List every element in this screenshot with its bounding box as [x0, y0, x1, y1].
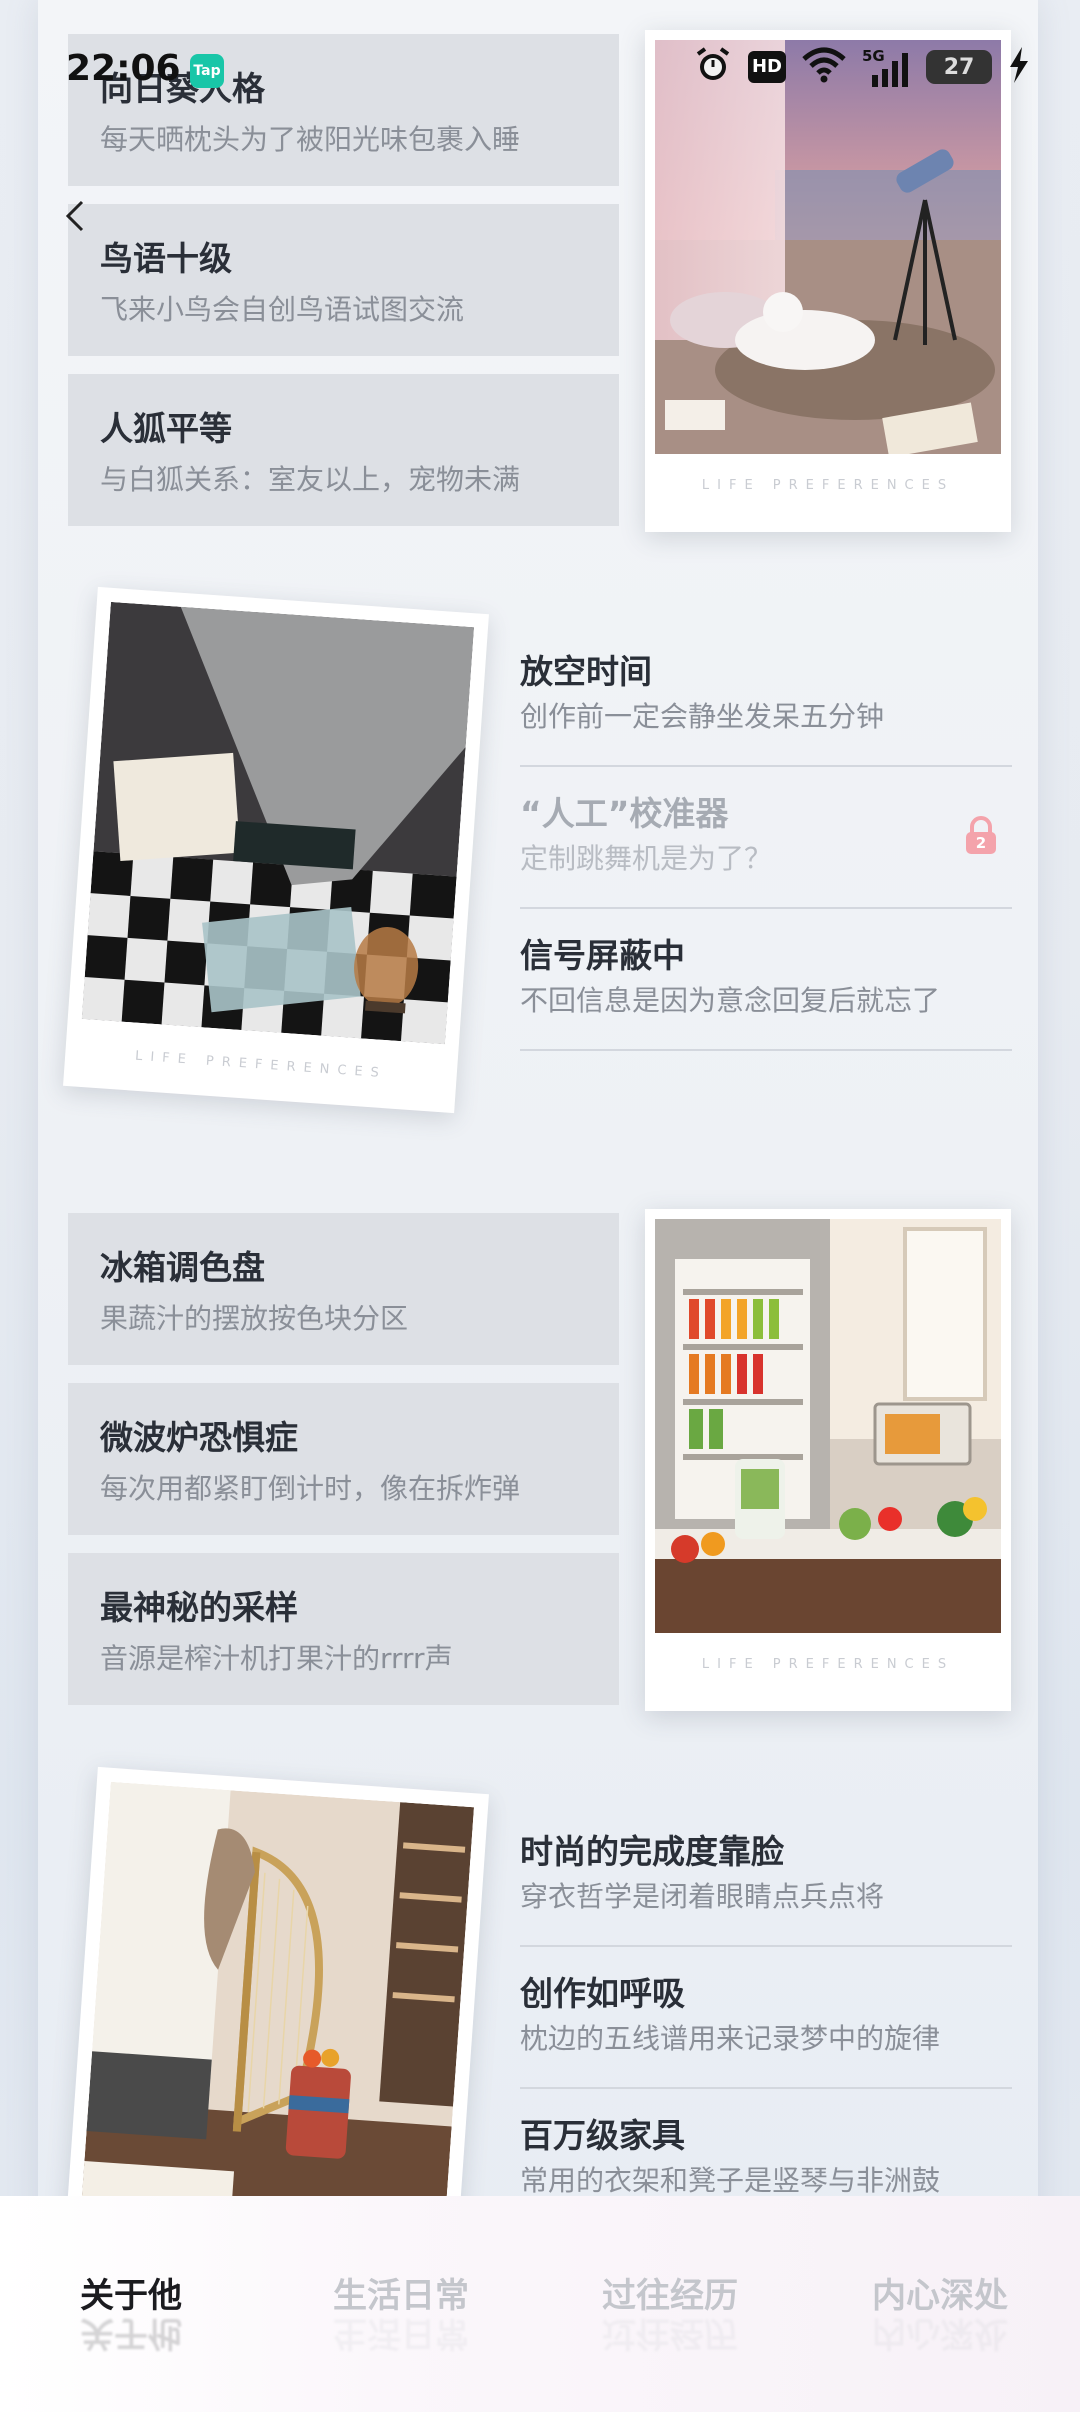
harp-room-image: [81, 1781, 475, 2225]
item-subtitle: 不回信息是因为意念回复后就忘了: [520, 984, 941, 1017]
card-title: 人狐平等: [100, 409, 232, 448]
tab-about-him[interactable]: 关于他 关于他: [80, 2268, 182, 2353]
item-subtitle: 创作前一定会静坐发呆五分钟: [520, 700, 885, 733]
wifi-icon: [802, 47, 846, 87]
photo-caption: LIFE PREFERENCES: [134, 1048, 388, 1082]
list-item[interactable]: 放空时间 创作前一定会静坐发呆五分钟: [520, 625, 1012, 767]
card-item[interactable]: 最神秘的采样 音源是榨汁机打果汁的rrrr声: [68, 1553, 619, 1705]
photo-frame-kitchen[interactable]: LIFE PREFERENCES: [645, 1209, 1011, 1711]
tab-label-reflection: 关于他: [80, 2313, 182, 2353]
list-item[interactable]: 创作如呼吸 枕边的五线谱用来记录梦中的旋律: [520, 1947, 1012, 2089]
tab-past-experience[interactable]: 过往经历 过往经历: [602, 2268, 738, 2353]
hd-icon: HD: [748, 51, 786, 83]
status-icons: HD 5G 27: [694, 46, 1030, 88]
card-item[interactable]: 微波炉恐惧症 每次用都紧盯倒计时，像在拆炸弹: [68, 1383, 619, 1535]
card-title: 最神秘的采样: [100, 1588, 298, 1627]
card-subtitle: 果蔬汁的摆放按色块分区: [100, 1302, 409, 1335]
list-item-locked[interactable]: “人工”校准器 定制跳舞机是为了？ 2: [520, 767, 1012, 909]
item-subtitle: 定制跳舞机是为了？: [520, 842, 773, 875]
charging-bolt-icon: [1008, 47, 1030, 87]
status-bar: 22:06 Tap HD 5G 27: [0, 0, 1080, 140]
tab-inner-heart[interactable]: 内心深处 内心深处: [872, 2268, 1008, 2353]
list-item[interactable]: 信号屏蔽中 不回信息是因为意念回复后就忘了: [520, 909, 1012, 1051]
item-title: 信号屏蔽中: [520, 936, 685, 975]
card-title: 鸟语十级: [100, 239, 232, 278]
item-title: “人工”校准器: [520, 794, 729, 833]
battery-icon: 27: [926, 50, 992, 84]
kitchen-image: [655, 1219, 1001, 1633]
lock-icon: 2: [964, 815, 998, 859]
tab-daily-life[interactable]: 生活日常 生活日常: [333, 2268, 469, 2353]
card-subtitle: 音源是榨汁机打果汁的rrrr声: [100, 1642, 453, 1675]
card-item[interactable]: 人狐平等 与白狐关系：室友以上，宠物未满: [68, 374, 619, 526]
alarm-icon: [694, 46, 732, 88]
tab-label: 生活日常: [333, 2276, 469, 2316]
tap-app-icon: Tap: [190, 54, 224, 88]
lock-number: 2: [975, 834, 987, 852]
card-item[interactable]: 冰箱调色盘 果蔬汁的摆放按色块分区: [68, 1213, 619, 1365]
tab-label-reflection: 内心深处: [872, 2313, 1008, 2353]
item-title: 百万级家具: [520, 2116, 685, 2155]
card-subtitle: 飞来小鸟会自创鸟语试图交流: [100, 293, 465, 326]
cellular-signal-icon: 5G: [862, 47, 910, 87]
tab-label: 过往经历: [602, 2276, 738, 2316]
studio-image: [81, 601, 475, 1045]
photo-frame-studio[interactable]: LIFE PREFERENCES: [63, 586, 489, 1114]
item-title: 时尚的完成度靠脸: [520, 1832, 784, 1871]
bottom-tab-bar: 关于他 关于他 生活日常 生活日常 过往经历 过往经历 内心深处 内心深处: [0, 2196, 1080, 2412]
card-title: 冰箱调色盘: [100, 1248, 265, 1287]
item-subtitle: 常用的衣架和凳子是竖琴与非洲鼓: [520, 2164, 941, 2197]
item-subtitle: 穿衣哲学是闭着眼睛点兵点将: [520, 1880, 885, 1913]
photo-caption: LIFE PREFERENCES: [701, 478, 955, 493]
card-title: 微波炉恐惧症: [100, 1418, 298, 1457]
tab-label-reflection: 生活日常: [333, 2313, 469, 2353]
tab-label: 内心深处: [872, 2276, 1008, 2316]
item-subtitle: 枕边的五线谱用来记录梦中的旋律: [520, 2022, 941, 2055]
card-subtitle: 与白狐关系：室友以上，宠物未满: [100, 463, 521, 496]
tab-label-reflection: 过往经历: [602, 2313, 738, 2353]
card-item[interactable]: 鸟语十级 飞来小鸟会自创鸟语试图交流: [68, 204, 619, 356]
status-time: 22:06: [66, 48, 181, 89]
tab-label: 关于他: [80, 2276, 182, 2316]
list-item[interactable]: 时尚的完成度靠脸 穿衣哲学是闭着眼睛点兵点将: [520, 1805, 1012, 1947]
card-subtitle: 每次用都紧盯倒计时，像在拆炸弹: [100, 1472, 521, 1505]
back-chevron-icon[interactable]: [56, 196, 96, 236]
photo-caption: LIFE PREFERENCES: [701, 1657, 955, 1672]
item-title: 创作如呼吸: [520, 1974, 685, 2013]
item-title: 放空时间: [520, 652, 652, 691]
